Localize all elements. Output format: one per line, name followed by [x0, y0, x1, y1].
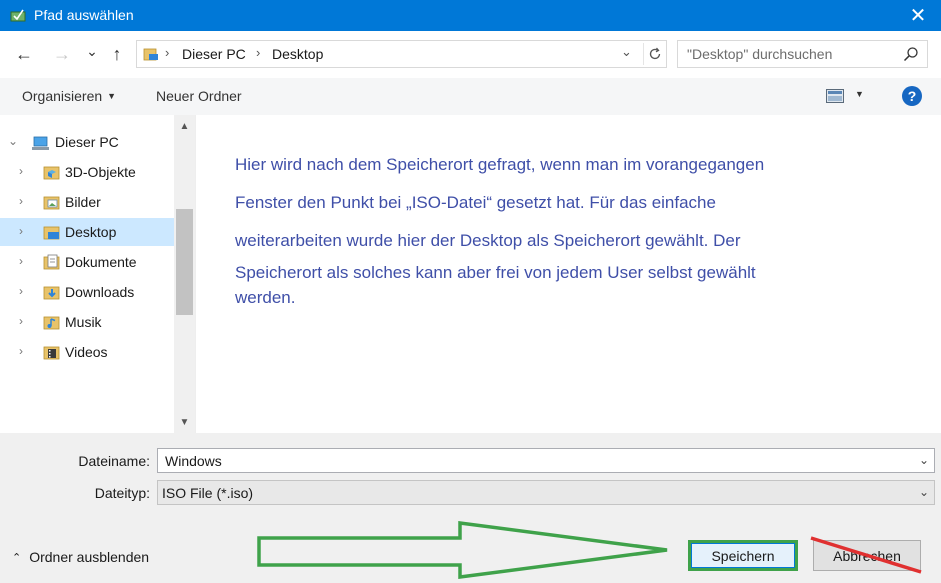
scroll-down-button[interactable]: ▼ — [174, 414, 195, 431]
tree-label: 3D-Objekte — [65, 164, 136, 180]
chevron-up-icon: ⌃ — [12, 552, 22, 564]
organize-menu[interactable]: Organisieren ▼ — [22, 88, 116, 104]
documents-folder-icon — [43, 254, 60, 270]
tree-label: Dieser PC — [55, 134, 119, 150]
tree-label: Desktop — [65, 224, 117, 240]
filename-label: Dateiname: — [78, 453, 150, 469]
refresh-button[interactable] — [643, 43, 665, 65]
tree-item-desktop[interactable]: › Desktop — [0, 218, 174, 246]
chevron-down-icon[interactable]: ⌄ — [8, 134, 18, 148]
tree-label: Videos — [65, 344, 108, 360]
breadcrumb-desktop[interactable]: Desktop — [272, 46, 323, 62]
annotation-line: werden. — [235, 288, 296, 307]
chevron-right-icon[interactable]: › — [19, 224, 23, 238]
chevron-right-icon[interactable]: › — [19, 194, 23, 208]
back-button[interactable]: ← — [12, 42, 36, 66]
tree-item-documents[interactable]: › Dokumente — [0, 248, 174, 276]
breadcrumb-this-pc[interactable]: Dieser PC — [182, 46, 246, 62]
chevron-right-icon[interactable]: › — [19, 284, 23, 298]
filetype-label: Dateityp: — [94, 485, 150, 501]
refresh-icon — [649, 47, 660, 60]
music-folder-icon — [43, 316, 60, 330]
scroll-up-button[interactable]: ▲ — [174, 118, 195, 135]
annotation-line: weiterarbeiten wurde hier der Desktop al… — [235, 231, 741, 250]
navigation-pane-scrollbar[interactable]: ▲ ▼ — [174, 115, 195, 433]
organize-label: Organisieren — [22, 88, 103, 104]
tree-item-this-pc[interactable]: ⌄ Dieser PC — [0, 128, 174, 156]
search-input[interactable] — [679, 42, 894, 66]
tree-item-videos[interactable]: › Videos — [0, 338, 174, 366]
cancel-button[interactable]: Abbrechen — [813, 540, 921, 571]
save-form-area: Dateiname: ⌄ Dateityp: ISO File (*.iso) … — [0, 433, 941, 583]
chevron-down-icon[interactable]: ⌄ — [919, 485, 929, 499]
desktop-folder-icon — [43, 226, 60, 240]
hide-folders-toggle[interactable]: ⌃ Ordner ausblenden — [12, 549, 149, 565]
navigation-pane: ⌄ Dieser PC › 3D-Objekte › Bilder › Desk… — [0, 115, 174, 433]
chevron-right-icon[interactable]: › — [19, 344, 23, 358]
tree-item-pictures[interactable]: › Bilder — [0, 188, 174, 216]
scrollbar-thumb[interactable] — [176, 209, 193, 315]
chevron-down-icon[interactable]: ⌄ — [919, 453, 929, 467]
breadcrumb-separator: › — [256, 45, 261, 60]
address-bar[interactable]: › Dieser PC › Desktop ⌄ — [136, 40, 667, 68]
annotation-line: Hier wird nach dem Speicherort gefragt, … — [235, 155, 765, 174]
tree-label: Dokumente — [65, 254, 137, 270]
caret-down-icon: ▼ — [107, 91, 117, 101]
title-bar: Pfad auswählen ✕ — [0, 0, 941, 31]
3d-objects-folder-icon — [43, 166, 60, 180]
tree-item-music[interactable]: › Musik — [0, 308, 174, 336]
tree-item-3d-objects[interactable]: › 3D-Objekte — [0, 158, 174, 186]
pictures-folder-icon — [43, 196, 60, 210]
videos-folder-icon — [43, 346, 60, 360]
file-list-area[interactable]: Hier wird nach dem Speicherort gefragt, … — [195, 115, 941, 433]
window-title: Pfad auswählen — [34, 7, 134, 23]
annotation-line: Fenster den Punkt bei „ISO-Datei“ gesetz… — [235, 193, 716, 212]
navigation-bar: ← → ⌄ ↑ › Dieser PC › Desktop ⌄ — [0, 31, 941, 78]
save-button[interactable]: Speichern — [688, 540, 798, 571]
chevron-right-icon[interactable]: › — [19, 164, 23, 178]
view-options-dropdown[interactable]: ▼ — [855, 89, 864, 99]
address-dropdown-button[interactable]: ⌄ — [621, 44, 632, 60]
view-options-icon[interactable] — [826, 89, 844, 103]
help-icon[interactable]: ? — [902, 86, 922, 106]
tree-item-downloads[interactable]: › Downloads — [0, 278, 174, 306]
new-folder-button[interactable]: Neuer Ordner — [156, 88, 242, 104]
filename-input[interactable] — [159, 450, 899, 471]
close-button[interactable]: ✕ — [895, 0, 941, 31]
app-icon — [10, 9, 26, 22]
hide-folders-label: Ordner ausblenden — [29, 549, 150, 565]
folder-pc-icon — [143, 48, 158, 61]
up-button[interactable]: ↑ — [106, 42, 128, 66]
tree-label: Downloads — [65, 284, 135, 300]
search-box[interactable] — [677, 40, 928, 68]
filetype-select[interactable]: ISO File (*.iso) ⌄ — [157, 480, 935, 505]
recent-locations-button[interactable]: ⌄ — [84, 39, 100, 63]
forward-button[interactable]: → — [50, 42, 74, 66]
chevron-right-icon[interactable]: › — [19, 314, 23, 328]
computer-icon — [32, 136, 49, 150]
filetype-value: ISO File (*.iso) — [162, 485, 254, 501]
tree-label: Musik — [65, 314, 102, 330]
breadcrumb-separator: › — [165, 45, 170, 60]
tree-label: Bilder — [65, 194, 101, 210]
downloads-folder-icon — [43, 286, 60, 300]
search-icon[interactable] — [903, 46, 919, 62]
chevron-right-icon[interactable]: › — [19, 254, 23, 268]
annotation-line: Speicherort als solches kann aber frei v… — [235, 263, 756, 282]
filename-combobox[interactable]: ⌄ — [157, 448, 935, 473]
command-toolbar: Organisieren ▼ Neuer Ordner ▼ ? — [0, 78, 941, 115]
